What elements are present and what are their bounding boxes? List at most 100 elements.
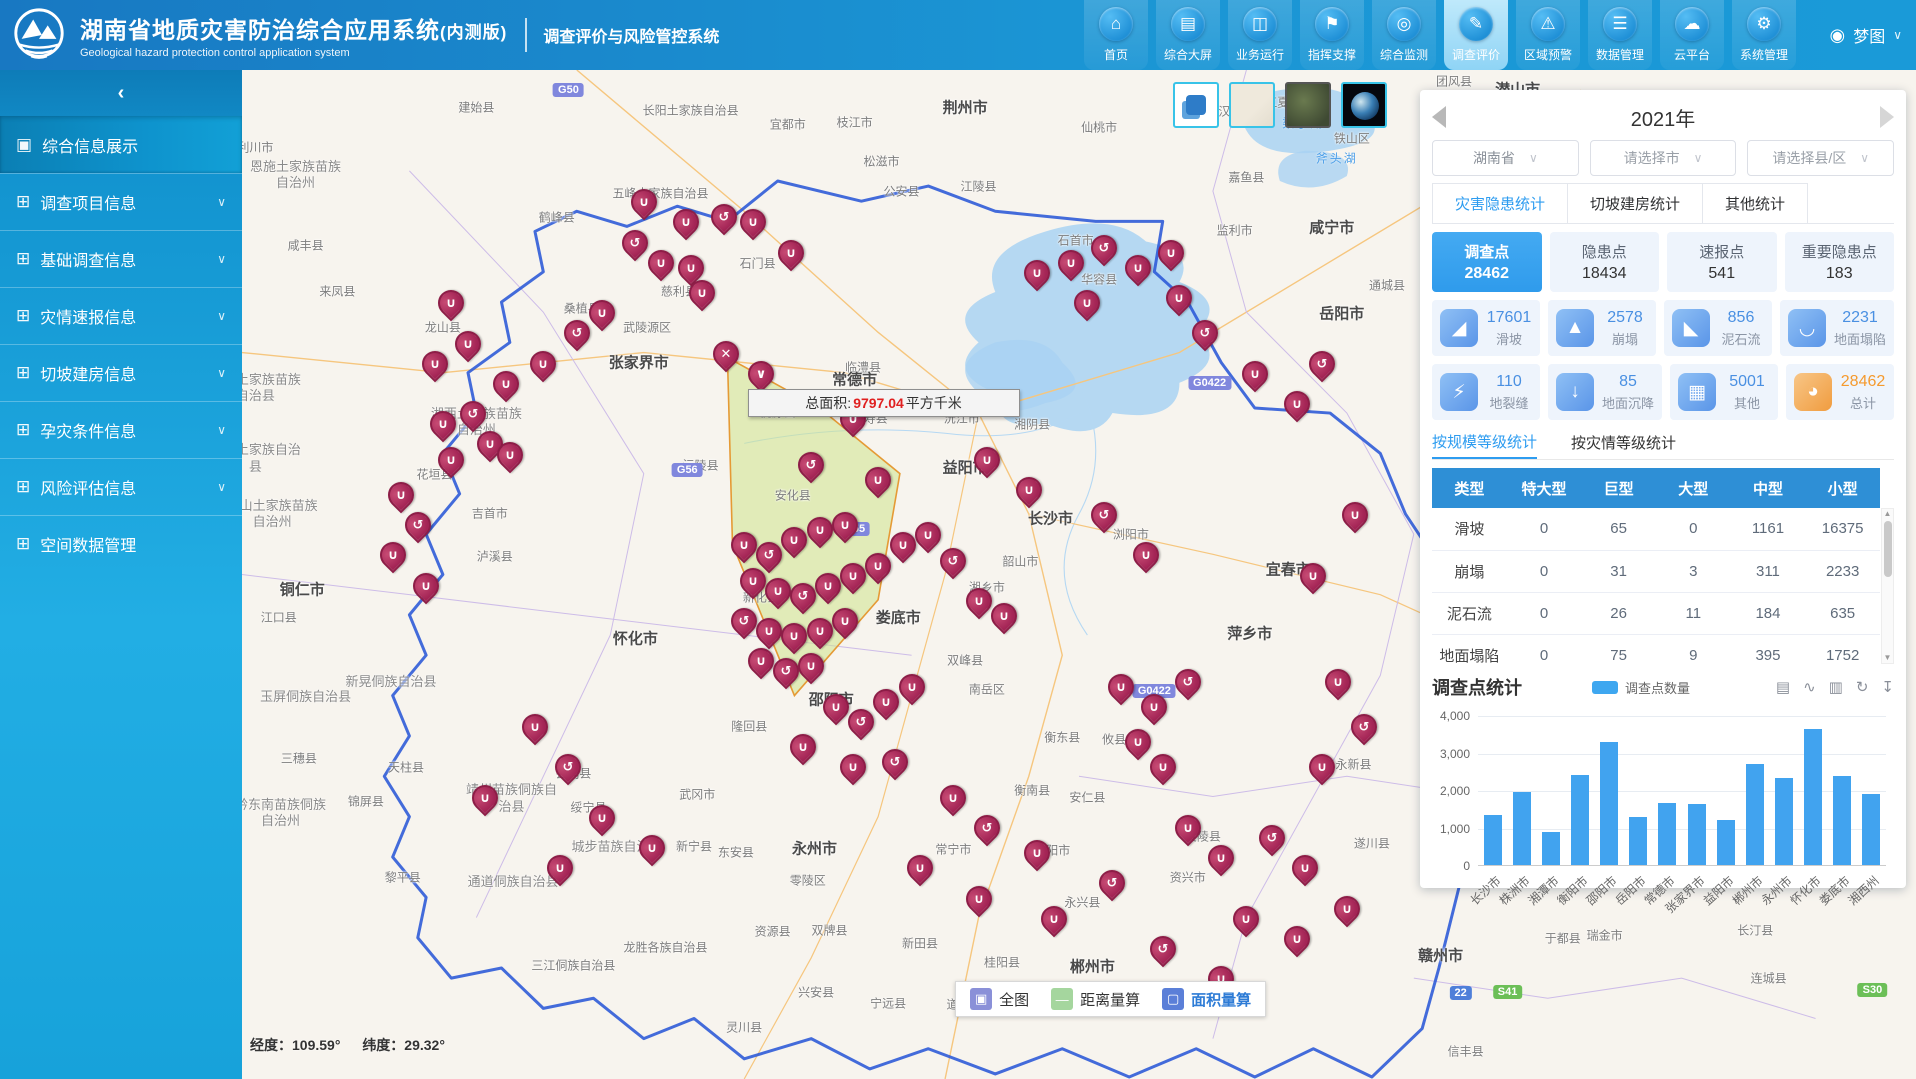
- refresh-icon[interactable]: ↻: [1856, 678, 1869, 696]
- sidebar-item-0[interactable]: ▣综合信息展示: [0, 116, 242, 173]
- subtab-1[interactable]: 按灾情等级统计: [1571, 426, 1676, 459]
- stat-card-1[interactable]: 隐患点18434: [1550, 232, 1660, 292]
- nav-item-cloud[interactable]: ☁云平台: [1660, 0, 1724, 70]
- table-cell: 滑坡: [1432, 508, 1507, 550]
- nav-item-monitor[interactable]: ◎综合监测: [1372, 0, 1436, 70]
- tab-0[interactable]: 灾害隐患统计: [1432, 183, 1568, 223]
- satellite-basemap-thumbnail[interactable]: [1285, 82, 1331, 128]
- chart-bar[interactable]: [1629, 817, 1647, 865]
- pin-glyph-icon: ∪: [1168, 287, 1190, 309]
- chart-bar[interactable]: [1746, 764, 1764, 865]
- county-select[interactable]: 请选择县/区∨: [1747, 140, 1894, 176]
- table-row[interactable]: 泥石流02611184635: [1432, 592, 1880, 634]
- app-header: 湖南省地质灾害防治综合应用系统(内测版) Geological hazard p…: [0, 0, 1916, 70]
- table-cell: 635: [1805, 592, 1880, 634]
- street-basemap-thumbnail[interactable]: [1229, 82, 1275, 128]
- stat-card-value: 28462: [1465, 265, 1510, 283]
- type-card-value: 28462: [1841, 373, 1886, 391]
- stat-card-label: 调查点: [1464, 241, 1509, 262]
- scroll-up-icon[interactable]: ▲: [1884, 510, 1892, 518]
- user-box[interactable]: ◉ 梦图 ∨: [1829, 0, 1902, 70]
- scrollbar-thumb[interactable]: [1884, 521, 1892, 577]
- chart-bar[interactable]: [1513, 792, 1531, 866]
- eye-icon[interactable]: ◉: [1829, 25, 1845, 46]
- type-card-label: 地面沉降: [1602, 393, 1654, 412]
- table-row[interactable]: 地面塌陷07593951752: [1432, 634, 1880, 664]
- nav-item-label: 调查评价: [1452, 46, 1500, 63]
- map-tool-1[interactable]: —距离量算: [1051, 988, 1140, 1010]
- city-select[interactable]: 请选择市∨: [1590, 140, 1737, 176]
- type-card-label: 地裂缝: [1489, 393, 1528, 412]
- chart-bar[interactable]: [1600, 742, 1618, 865]
- previous-year-arrow[interactable]: [1432, 106, 1446, 128]
- pin-glyph-icon: ∪: [1210, 847, 1232, 869]
- nav-item-label: 区域预警: [1524, 46, 1572, 63]
- pin-glyph-icon: ↺: [792, 585, 814, 607]
- layer-control-button[interactable]: [1173, 82, 1219, 128]
- map-tool-2[interactable]: ▢面积量算: [1162, 988, 1251, 1010]
- latitude-readout: 纬度：29.32°: [362, 1037, 445, 1053]
- bar-chart-icon[interactable]: ▥: [1829, 678, 1843, 696]
- stat-card-0[interactable]: 调查点 28462: [1432, 232, 1542, 292]
- sidebar-collapse-button[interactable]: ‹: [0, 70, 242, 116]
- grid-menu-icon: ⊞: [16, 420, 30, 440]
- user-chevron-down-icon[interactable]: ∨: [1893, 28, 1902, 42]
- sidebar-item-5[interactable]: ⊞孕灾条件信息∨: [0, 401, 242, 458]
- chart-bar[interactable]: [1571, 775, 1589, 865]
- nav-item-warning[interactable]: ⚠区域预警: [1516, 0, 1580, 70]
- nav-item-survey[interactable]: ✎调查评价: [1444, 0, 1508, 70]
- nav-item-system[interactable]: ⚙系统管理: [1732, 0, 1796, 70]
- stat-card-2[interactable]: 速报点541: [1667, 232, 1777, 292]
- sidebar-item-4[interactable]: ⊞切坡建房信息∨: [0, 344, 242, 401]
- line-chart-icon[interactable]: ∿: [1803, 678, 1816, 696]
- landslide-icon: ◢: [1440, 309, 1478, 347]
- chart-bar[interactable]: [1775, 778, 1793, 865]
- pin-glyph-icon: ∪: [390, 484, 412, 506]
- pin-glyph-icon: ✕: [715, 343, 737, 365]
- legend-label: 调查点数量: [1625, 678, 1690, 697]
- chart-bar[interactable]: [1484, 815, 1502, 865]
- tab-1[interactable]: 切坡建房统计: [1567, 183, 1703, 223]
- nav-item-command[interactable]: ⚑指挥支撑: [1300, 0, 1364, 70]
- nav-item-data[interactable]: ☰数据管理: [1588, 0, 1652, 70]
- download-icon[interactable]: ↧: [1881, 678, 1894, 696]
- username[interactable]: 梦图: [1853, 23, 1885, 47]
- chart-bar[interactable]: [1862, 794, 1880, 865]
- table-cell: 75: [1581, 634, 1656, 664]
- data-view-icon[interactable]: ▤: [1776, 678, 1790, 696]
- table-row[interactable]: 崩塌03133112233: [1432, 550, 1880, 592]
- nav-item-home[interactable]: ⌂首页: [1084, 0, 1148, 70]
- nav-item-business[interactable]: ◫业务运行: [1228, 0, 1292, 70]
- globe-basemap-thumbnail[interactable]: [1341, 82, 1387, 128]
- chart-bar[interactable]: [1658, 803, 1676, 865]
- type-card-text: 85 地面沉降: [1602, 373, 1654, 412]
- next-year-arrow[interactable]: [1880, 106, 1894, 128]
- subtab-0[interactable]: 按规模等级统计: [1432, 426, 1537, 459]
- select-value: 湖南省: [1473, 148, 1515, 168]
- sidebar-item-1[interactable]: ⊞调查项目信息∨: [0, 173, 242, 230]
- chart-bar[interactable]: [1804, 729, 1822, 865]
- chart-bar[interactable]: [1717, 820, 1735, 865]
- table-scrollbar[interactable]: ▲ ▼: [1881, 508, 1894, 664]
- table-row[interactable]: 滑坡0650116116375: [1432, 508, 1880, 550]
- sidebar-item-6[interactable]: ⊞风险评估信息∨: [0, 458, 242, 515]
- nav-item-big-screen[interactable]: ▤综合大屏: [1156, 0, 1220, 70]
- stat-card-3[interactable]: 重要隐患点183: [1785, 232, 1895, 292]
- chevron-down-icon: ∨: [1694, 151, 1703, 165]
- chart-bar[interactable]: [1542, 832, 1560, 865]
- chart-bar[interactable]: [1688, 804, 1706, 866]
- sidebar-item-3[interactable]: ⊞灾情速报信息∨: [0, 287, 242, 344]
- sidebar-item-7[interactable]: ⊞空间数据管理: [0, 515, 242, 572]
- chart-bar[interactable]: [1833, 776, 1851, 865]
- sidebar-item-2[interactable]: ⊞基础调查信息∨: [0, 230, 242, 287]
- tab-2[interactable]: 其他统计: [1702, 183, 1808, 223]
- pin-glyph-icon: ↺: [733, 610, 755, 632]
- type-card-value: 85: [1619, 373, 1637, 391]
- map-tool-label: 全图: [999, 989, 1029, 1010]
- table-header-cell: 特大型: [1507, 468, 1582, 508]
- pin-glyph-icon: ∪: [440, 449, 462, 471]
- province-select[interactable]: 湖南省∨: [1432, 140, 1579, 176]
- scroll-down-icon[interactable]: ▼: [1884, 654, 1892, 662]
- map-tool-0[interactable]: ▣全图: [970, 988, 1029, 1010]
- table-cell: 11: [1656, 592, 1731, 634]
